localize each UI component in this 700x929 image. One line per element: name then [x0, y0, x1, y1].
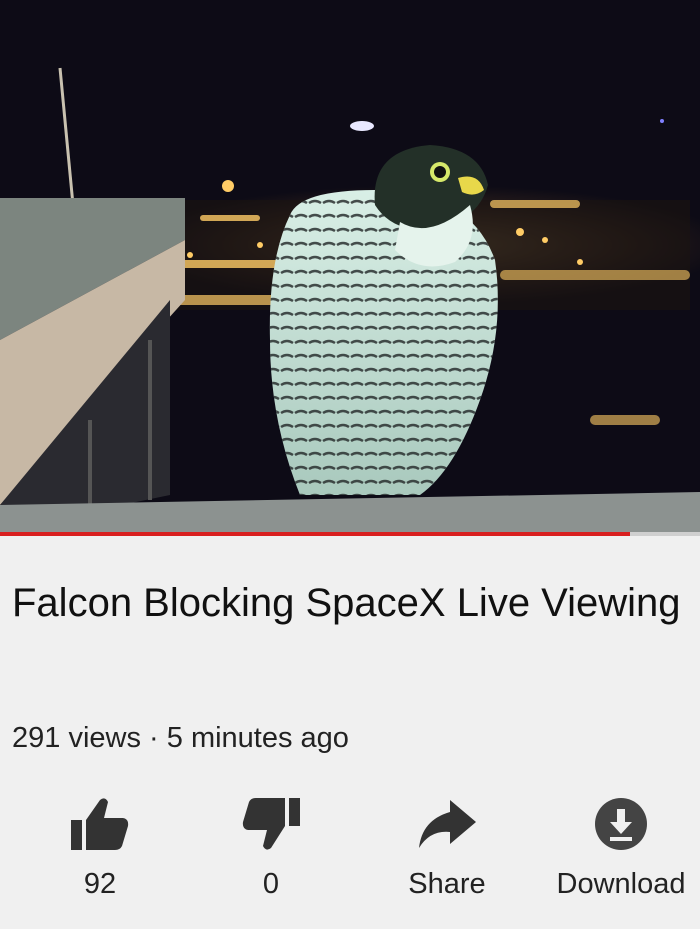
- view-count: 291 views: [12, 722, 141, 754]
- share-arrow-icon: [419, 800, 476, 848]
- download-icon: [595, 798, 647, 850]
- video-frame-falcon: [0, 0, 700, 532]
- thumbs-up-icon: [71, 798, 129, 850]
- share-button[interactable]: Share: [377, 792, 517, 922]
- action-bar: 92 0 Share Download: [0, 792, 700, 922]
- like-button[interactable]: 92: [30, 792, 170, 922]
- share-label: Share: [408, 868, 486, 900]
- video-meta: 291 views · 5 minutes ago: [12, 722, 349, 755]
- video-title: Falcon Blocking SpaceX Live Viewing: [12, 581, 681, 625]
- meta-separator: ·: [149, 722, 159, 754]
- dislike-button[interactable]: 0: [201, 792, 341, 922]
- video-player[interactable]: [0, 0, 700, 532]
- download-label: Download: [556, 868, 686, 900]
- video-info-panel: Falcon Blocking SpaceX Live Viewing 291 …: [0, 536, 700, 929]
- upload-time: 5 minutes ago: [166, 722, 349, 754]
- like-count: 92: [83, 868, 117, 900]
- dislike-count: 0: [262, 868, 280, 900]
- thumbs-down-icon: [242, 798, 300, 850]
- download-button[interactable]: Download: [551, 792, 691, 922]
